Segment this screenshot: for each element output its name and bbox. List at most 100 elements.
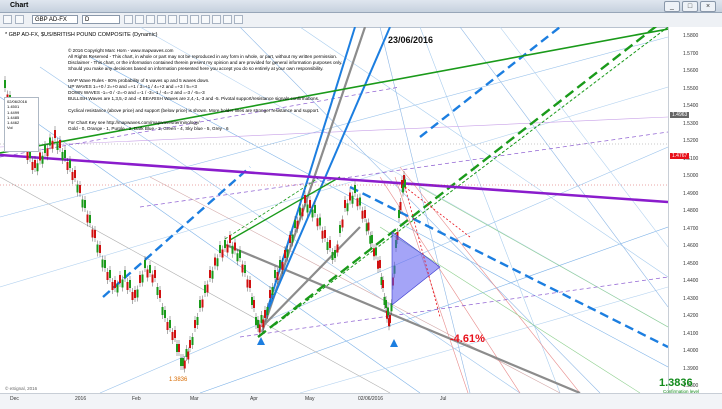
candle-body [387,307,389,316]
text-tool-icon[interactable] [190,15,199,24]
candle-body [274,270,276,278]
zoom-in-icon[interactable] [157,15,166,24]
time-axis[interactable]: Dec 2016 Feb Mar Apr May 02/06/2016 Jul [0,393,722,409]
cursor-icon[interactable] [124,15,133,24]
candle-body [34,160,36,168]
candle-body [257,320,259,328]
candle-body [84,200,86,208]
candle-body [86,214,89,223]
candle-body [124,270,126,278]
candle-body [375,247,377,256]
candle-body [91,229,94,238]
time-tick: 2016 [75,396,87,402]
price-tick: 1.5000 [683,173,699,179]
candle-body [334,250,336,258]
candle-body [365,223,368,232]
candle-body [44,145,46,153]
candle-body [94,230,96,238]
candle-body [81,199,84,208]
fib-tool-icon[interactable] [201,15,210,24]
price-tick: 1.5500 [683,85,699,92]
candle-body [164,310,166,318]
menu-icon[interactable] [3,15,12,24]
candle-body [178,344,180,352]
settings-icon[interactable] [234,15,243,24]
candle-body [206,284,209,293]
time-tick: 02/06/2016 [358,396,384,402]
time-tick: Feb [132,396,141,402]
symbol-input[interactable]: GBP AD-FX [32,15,78,24]
candle-body [174,330,176,338]
target-marker-triangle [390,339,398,347]
price-tick: 1.4400 [683,278,699,284]
price-tick: 1.5600 [683,68,699,74]
candle-body [144,260,146,268]
candle-body [241,264,244,273]
candle-body [74,170,76,178]
candle-body [54,130,56,138]
candle-body [201,299,204,308]
candle-body [398,210,400,218]
candle-body [404,179,406,188]
zoom-out-icon[interactable] [168,15,177,24]
price-tick: 1.4000 [683,348,699,354]
candle-body [129,280,131,288]
candle-body [379,260,381,268]
candle-body [166,322,169,330]
candle-body [399,202,402,210]
candle-body [101,259,104,268]
candle-body [41,155,44,164]
price-tick: 1.4100 [683,330,699,337]
period-input[interactable]: D [82,15,120,24]
data-window-row: Vol [7,125,13,131]
candle-body [229,235,231,243]
candle-body [319,217,321,226]
candle-body [99,245,101,253]
price-tick: 1.5700 [683,50,699,57]
candle-body [385,300,387,308]
candle-body [221,249,224,258]
candle-body [258,324,261,333]
link-icon[interactable] [15,15,24,24]
minimize-button[interactable]: _ [664,1,680,12]
candle-body [249,280,251,288]
candle-body [234,242,236,251]
price-axis[interactable]: 1.5800 1.5700 1.5600 1.5500 1.5400 1.5300 1.52… [668,27,722,393]
candle-body [329,240,331,248]
close-button[interactable]: × [700,1,716,12]
candle-body [51,140,54,149]
candle-body [301,208,304,217]
pencil-icon[interactable] [135,15,144,24]
candle-body [299,207,301,216]
chart-notes: © 2016 Copyright Marc Horn - www.mapwave… [68,48,368,132]
candle-body [356,198,359,207]
candle-body [326,242,329,250]
candle-body [61,152,64,160]
candle-body [341,219,344,228]
line-tool-icon[interactable] [179,15,188,24]
candle-body [266,307,269,315]
candle-body [159,290,161,298]
candle-body [189,340,191,348]
candle-body [331,252,334,260]
candle-body [346,203,349,212]
candle-body [36,163,39,172]
eraser-icon[interactable] [223,15,232,24]
date-annotation: 23/06/2016 [388,35,434,45]
candle-body [231,245,234,254]
chart-toolbar: GBP AD-FX D [0,13,722,28]
candle-body [253,300,255,308]
rectangle-tool-icon[interactable] [212,15,221,24]
maximize-button[interactable]: □ [682,1,698,12]
candle-body [244,265,246,273]
chart-header: * GBP AD-FX, $US/BRITISH POUND COMPOSITE… [5,32,158,38]
candle-body [169,320,171,328]
candle-body [56,142,59,150]
crosshair-icon[interactable] [146,15,155,24]
window-title: Chart [10,2,29,9]
candle-body [371,235,373,243]
time-tick: Apr [250,396,258,402]
candle-body [339,225,341,233]
price-tick: 1.5400 [683,103,699,109]
candle-body [121,279,124,288]
